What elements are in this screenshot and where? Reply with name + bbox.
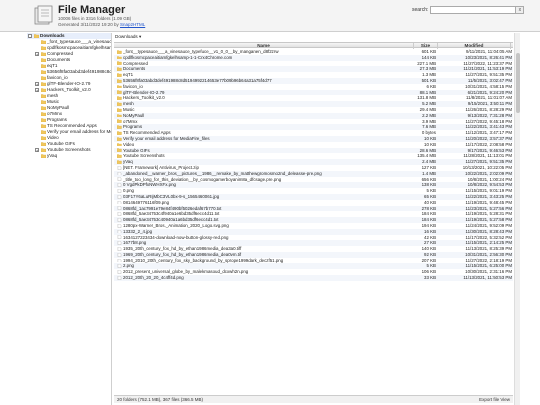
item-name[interactable]: 2012_20th_20_20_4c4ff4d.png: [123, 275, 412, 281]
collapse-icon[interactable]: -: [28, 34, 32, 39]
file-icon: [117, 275, 122, 280]
expand-icon[interactable]: +: [35, 88, 39, 93]
item-size: 33 KB: [424, 275, 436, 281]
tree-item[interactable]: yVaq: [27, 153, 111, 159]
folder-icon: [41, 58, 46, 62]
folder-icon: [117, 119, 122, 124]
folder-icon: [41, 118, 46, 122]
folder-icon: [41, 94, 46, 98]
folder-icon: [117, 125, 122, 130]
folder-icon: [41, 154, 46, 158]
folder-icon: [117, 108, 122, 112]
folder-icon: [117, 73, 122, 77]
file-icon: [117, 189, 122, 193]
file-icon: [117, 235, 122, 240]
folder-icon: [117, 154, 122, 159]
folder-icon: [41, 46, 46, 50]
expand-icon[interactable]: +: [35, 52, 39, 57]
folder-icon: [117, 96, 122, 101]
folder-icon: [117, 90, 122, 95]
folder-icon: [41, 70, 46, 74]
folder-tree: -Downloads_font_typesauce___a_vinesauce_…: [27, 33, 112, 405]
tree-item-label: yVaq: [47, 153, 58, 158]
file-icon: [117, 246, 122, 251]
file-row[interactable]: 2012_20th_20_20_4c4ff4d.png 33 KB 11/13/20…: [114, 275, 513, 281]
folder-icon: [41, 112, 46, 116]
file-icon: [117, 258, 122, 263]
folder-icon: [117, 61, 122, 66]
search-input[interactable]: [430, 5, 517, 14]
file-icon: [117, 223, 122, 228]
file-icon: [117, 264, 122, 269]
folder-icon: [41, 106, 46, 110]
file-icon: [117, 206, 122, 211]
file-manager-logo-icon: [34, 5, 53, 25]
status-bar: 20 folders (752.1 MB), 367 files (366.5 …: [114, 395, 513, 403]
folder-icon: [117, 67, 122, 72]
folder-icon: [117, 143, 122, 147]
folder-icon: [41, 148, 46, 152]
clear-search-button[interactable]: x: [516, 5, 525, 14]
folder-icon: [41, 40, 46, 44]
file-icon: [117, 194, 122, 199]
folder-icon: [117, 160, 122, 164]
folder-icon: [41, 88, 46, 92]
generator-link[interactable]: Snap2HTML: [120, 22, 145, 27]
folder-icon: [41, 130, 46, 134]
breadcrumb[interactable]: Downloads ▾: [115, 34, 141, 40]
folder-icon: [34, 34, 39, 38]
folder-icon: [117, 79, 122, 83]
folder-icon: [117, 131, 122, 135]
search-box: search: x: [412, 5, 525, 14]
column-header-row: Name Size Modified: [114, 42, 513, 49]
generated-line: Generated 3/11/2022 19:20 by Snap2HTML: [58, 22, 145, 28]
file-icon: [117, 177, 122, 182]
scrollbar[interactable]: [514, 33, 520, 405]
app-header: File Manager 10006 files in 3316 folders…: [0, 0, 540, 32]
folder-icon: [41, 82, 46, 86]
expand-icon[interactable]: +: [35, 148, 39, 153]
folder-icon: [117, 137, 122, 141]
folder-icon: [41, 124, 46, 128]
scrollbar-thumb[interactable]: [516, 53, 520, 113]
file-icon: [117, 212, 122, 216]
folder-icon: [41, 100, 46, 104]
file-icon: [117, 270, 122, 274]
folder-icon: [41, 52, 46, 56]
status-summary: 20 folders (752.1 MB), 367 files (366.5 …: [117, 397, 204, 402]
folder-icon: [117, 114, 122, 118]
folder-icon: [41, 64, 46, 68]
folder-icon: [41, 136, 46, 140]
file-icon: [117, 229, 122, 234]
file-icon: [117, 171, 122, 176]
folder-icon: [117, 85, 122, 89]
app-title: File Manager: [58, 4, 126, 16]
folder-icon: [41, 76, 46, 80]
export-link[interactable]: Export file View: [479, 396, 510, 403]
generated-text: Generated 3/11/2022 19:20 by: [58, 21, 120, 27]
file-list: _font__typesauce___a_vinesauce_typefuce_…: [114, 49, 513, 395]
folder-icon: [41, 142, 46, 146]
file-icon: [117, 252, 122, 257]
search-label: search:: [412, 6, 429, 13]
file-icon: [117, 183, 122, 188]
folder-icon: [117, 56, 122, 60]
expand-icon[interactable]: +: [35, 82, 39, 87]
folder-icon: [117, 102, 122, 106]
file-list-panel: Downloads ▾ Name Size Modified _font__ty…: [113, 33, 514, 405]
item-modified: 11/13/2021, 11:50:53 PM: [463, 275, 512, 281]
file-icon: [117, 218, 122, 222]
app-subtitle: 10006 files in 3316 folders (1.09 GB) Ge…: [58, 16, 145, 27]
folder-icon: [117, 148, 122, 153]
folder-icon: [117, 50, 122, 54]
file-icon: [117, 165, 122, 170]
file-icon: [117, 241, 122, 245]
file-icon: [117, 200, 122, 205]
